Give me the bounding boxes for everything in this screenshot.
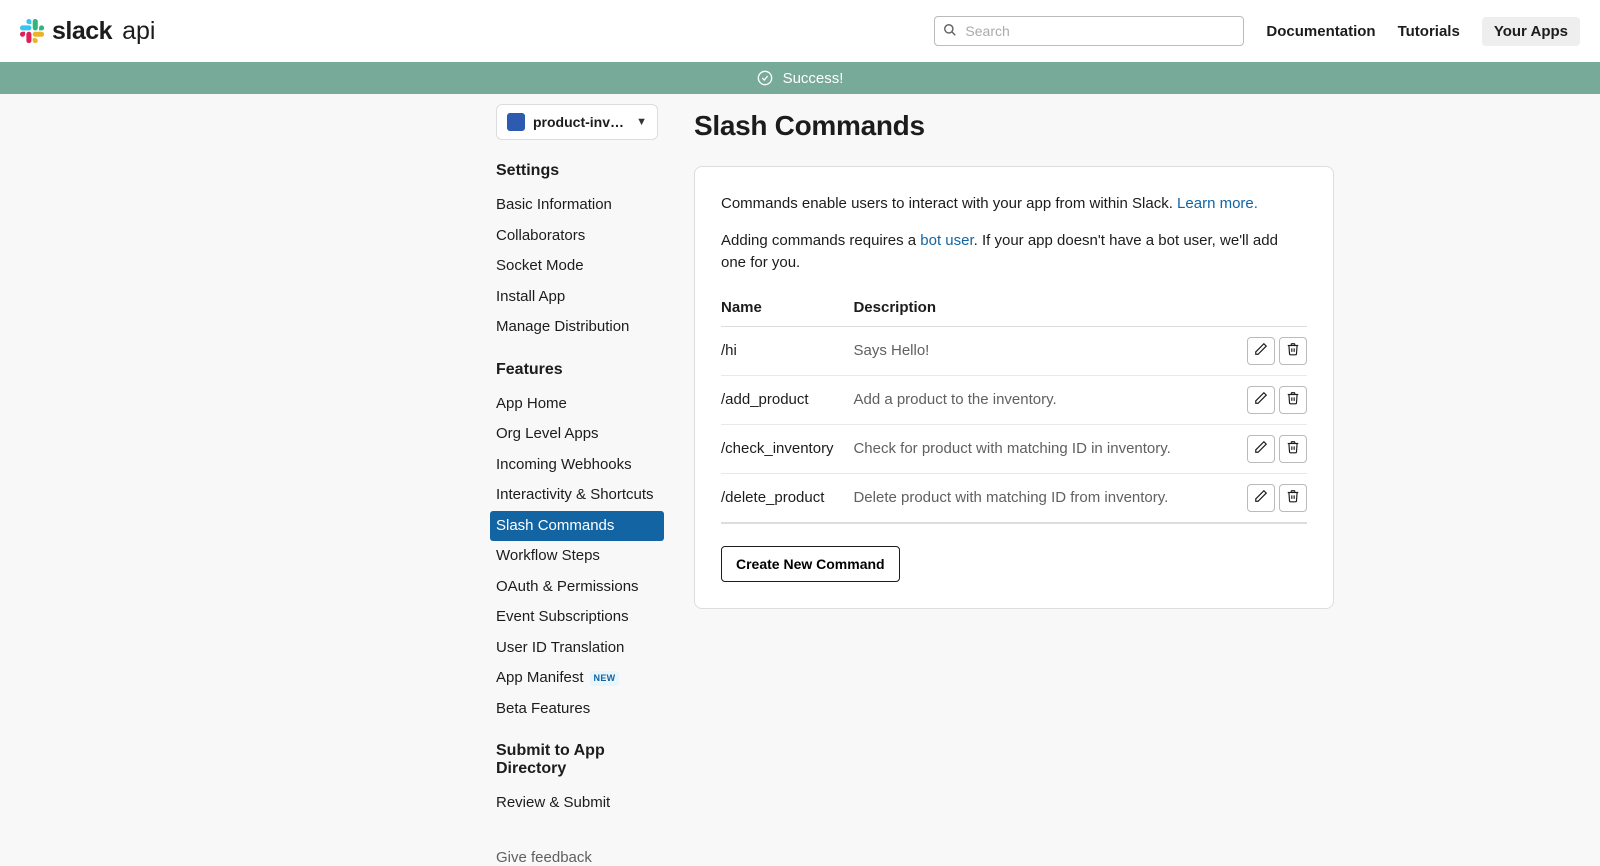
sidebar-section-heading: Settings — [496, 162, 658, 180]
sidebar-item-label: App Manifest — [496, 667, 584, 690]
learn-more-link[interactable]: Learn more. — [1177, 195, 1258, 212]
delete-button[interactable] — [1279, 386, 1307, 414]
nav-documentation[interactable]: Documentation — [1266, 23, 1375, 40]
sidebar-item-label: App Home — [496, 393, 567, 416]
sidebar-item[interactable]: Org Level Apps — [490, 419, 664, 450]
command-desc: Delete product with matching ID from inv… — [853, 473, 1227, 523]
sidebar-item[interactable]: Socket Mode — [490, 251, 664, 282]
table-row: /check_inventoryCheck for product with m… — [721, 424, 1307, 473]
app-selector[interactable]: product-invent… ▼ — [496, 104, 658, 140]
sidebar: product-invent… ▼ Settings Basic Informat… — [496, 104, 658, 866]
sidebar-item-label: Slash Commands — [496, 515, 614, 538]
sidebar-item-label: Install App — [496, 286, 565, 309]
intro-text-2: Adding commands requires a bot user. If … — [721, 230, 1307, 275]
command-name: /check_inventory — [721, 424, 853, 473]
sidebar-item-label: OAuth & Permissions — [496, 576, 639, 599]
sidebar-section-heading: Submit to App Directory — [496, 742, 658, 778]
success-check-icon — [757, 70, 773, 86]
sidebar-item[interactable]: OAuth & Permissions — [490, 572, 664, 603]
command-name: /hi — [721, 326, 853, 375]
sidebar-item[interactable]: Install App — [490, 282, 664, 313]
sidebar-item[interactable]: Workflow Steps — [490, 541, 664, 572]
command-desc: Says Hello! — [853, 326, 1227, 375]
sidebar-item-label: Socket Mode — [496, 255, 584, 278]
top-right: Documentation Tutorials Your Apps — [934, 16, 1580, 46]
sidebar-item[interactable]: Incoming Webhooks — [490, 450, 664, 481]
sidebar-item[interactable]: Review & Submit — [490, 788, 664, 819]
trash-icon — [1286, 342, 1300, 359]
page-title: Slash Commands — [694, 110, 1334, 142]
sidebar-item[interactable]: Interactivity & Shortcuts — [490, 480, 664, 511]
sidebar-item[interactable]: Slash Commands — [490, 511, 664, 542]
edit-button[interactable] — [1247, 386, 1275, 414]
delete-button[interactable] — [1279, 435, 1307, 463]
sidebar-item[interactable]: Beta Features — [490, 694, 664, 725]
sidebar-item-label: Basic Information — [496, 194, 612, 217]
command-name: /add_product — [721, 375, 853, 424]
sidebar-item-label: Event Subscriptions — [496, 606, 629, 629]
give-feedback-link[interactable]: Give feedback — [496, 849, 658, 866]
nav-tutorials[interactable]: Tutorials — [1398, 23, 1460, 40]
main: Slash Commands Commands enable users to … — [694, 104, 1334, 866]
topbar: slack api Documentation Tutorials Your A… — [0, 0, 1600, 62]
pencil-icon — [1254, 489, 1268, 506]
command-name: /delete_product — [721, 473, 853, 523]
sidebar-item[interactable]: User ID Translation — [490, 633, 664, 664]
col-desc: Description — [853, 289, 1227, 327]
sidebar-item[interactable]: Event Subscriptions — [490, 602, 664, 633]
pencil-icon — [1254, 342, 1268, 359]
app-icon — [507, 113, 525, 131]
sidebar-item-label: Incoming Webhooks — [496, 454, 632, 477]
sidebar-item-label: Org Level Apps — [496, 423, 599, 446]
pencil-icon — [1254, 440, 1268, 457]
edit-button[interactable] — [1247, 435, 1275, 463]
table-row: /delete_productDelete product with match… — [721, 473, 1307, 523]
sidebar-item-label: Beta Features — [496, 698, 590, 721]
intro-text-1: Commands enable users to interact with y… — [721, 193, 1307, 216]
nav-your-apps[interactable]: Your Apps — [1482, 17, 1580, 46]
logo[interactable]: slack api — [20, 17, 155, 46]
trash-icon — [1286, 391, 1300, 408]
edit-button[interactable] — [1247, 484, 1275, 512]
logo-text: slack — [52, 17, 112, 46]
sidebar-item-label: Review & Submit — [496, 792, 610, 815]
bot-user-link[interactable]: bot user — [920, 232, 973, 249]
new-badge: NEW — [590, 671, 620, 687]
sidebar-item-label: Manage Distribution — [496, 316, 629, 339]
logo-api-text: api — [122, 17, 155, 46]
commands-table: Name Description /hiSays Hello!/add_prod… — [721, 289, 1307, 524]
sidebar-section-heading: Features — [496, 361, 658, 379]
slack-logo-icon — [20, 19, 44, 43]
edit-button[interactable] — [1247, 337, 1275, 365]
search-icon — [943, 23, 957, 37]
sidebar-item[interactable]: Manage Distribution — [490, 312, 664, 343]
sidebar-item-label: User ID Translation — [496, 637, 624, 660]
sidebar-item[interactable]: Collaborators — [490, 221, 664, 252]
caret-down-icon: ▼ — [636, 116, 647, 128]
delete-button[interactable] — [1279, 484, 1307, 512]
command-desc: Check for product with matching ID in in… — [853, 424, 1227, 473]
create-command-button[interactable]: Create New Command — [721, 546, 900, 582]
app-name: product-invent… — [533, 114, 628, 130]
trash-icon — [1286, 489, 1300, 506]
trash-icon — [1286, 440, 1300, 457]
commands-card: Commands enable users to interact with y… — [694, 166, 1334, 609]
search-input[interactable] — [934, 16, 1244, 46]
success-banner: Success! — [0, 62, 1600, 94]
sidebar-item[interactable]: App Home — [490, 389, 664, 420]
delete-button[interactable] — [1279, 337, 1307, 365]
sidebar-item-label: Workflow Steps — [496, 545, 600, 568]
sidebar-item-label: Collaborators — [496, 225, 585, 248]
search-wrap — [934, 16, 1244, 46]
sidebar-item-label: Interactivity & Shortcuts — [496, 484, 654, 507]
table-row: /add_productAdd a product to the invento… — [721, 375, 1307, 424]
pencil-icon — [1254, 391, 1268, 408]
sidebar-item[interactable]: App Manifest NEW — [490, 663, 664, 694]
banner-text: Success! — [783, 70, 844, 87]
sidebar-item[interactable]: Basic Information — [490, 190, 664, 221]
col-name: Name — [721, 289, 853, 327]
table-row: /hiSays Hello! — [721, 326, 1307, 375]
command-desc: Add a product to the inventory. — [853, 375, 1227, 424]
